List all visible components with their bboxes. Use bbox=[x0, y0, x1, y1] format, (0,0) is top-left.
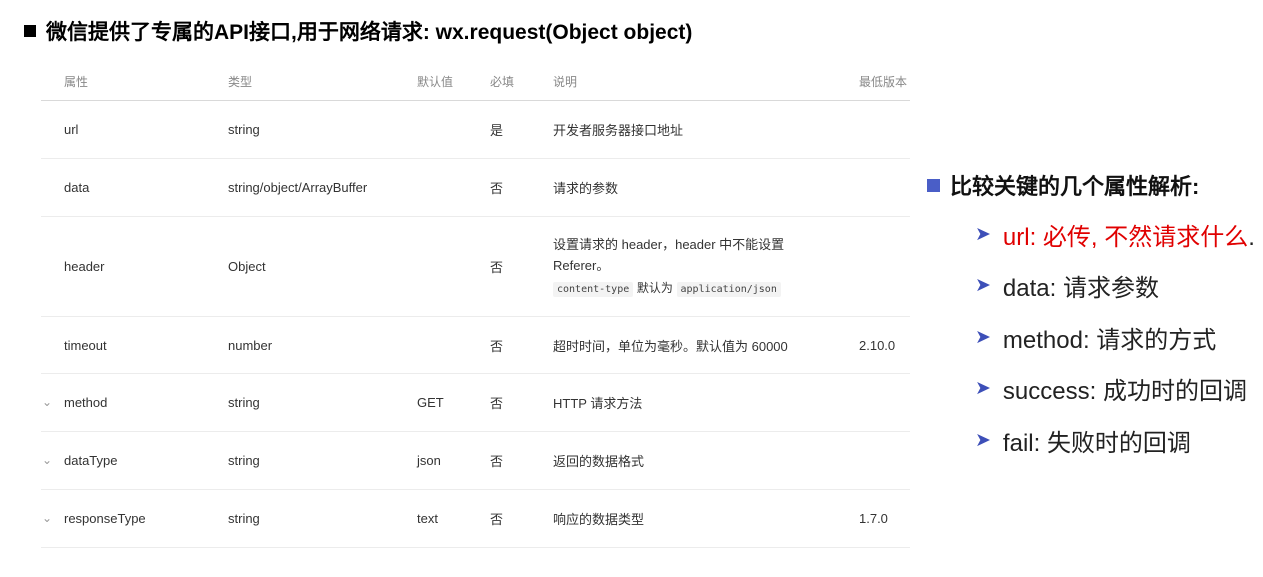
cell-type: string bbox=[228, 373, 417, 432]
cell-version: 1.7.0 bbox=[859, 489, 910, 548]
table-header-row: 属性 类型 默认值 必填 说明 最低版本 bbox=[41, 62, 910, 101]
table-row: data string/object/ArrayBuffer 否 请求的参数 bbox=[41, 158, 910, 217]
arrow-right-icon: ➤ bbox=[975, 429, 991, 451]
description-text: 设置请求的 header，header 中不能设置 Referer。 bbox=[553, 236, 785, 273]
cell-required: 是 bbox=[490, 100, 553, 159]
cell-version bbox=[859, 216, 910, 317]
cell-description: 开发者服务器接口地址 bbox=[553, 100, 859, 159]
list-item: ➤ fail: 失败时的回调 bbox=[975, 422, 1255, 458]
cell-name-wrap: ⌄ method bbox=[41, 373, 228, 432]
cell-version bbox=[859, 373, 910, 432]
slide-title: 微信提供了专属的API接口,用于网络请求: wx.request(Object … bbox=[24, 14, 692, 48]
cell-required: 否 bbox=[490, 216, 553, 317]
cell-name: method bbox=[64, 395, 108, 410]
list-item-text: method: 请求的方式 bbox=[1002, 326, 1217, 354]
list-item-text: fail: 失败时的回调 bbox=[1002, 429, 1191, 457]
table-row[interactable]: ⌄ dataType string json 否 返回的数据格式 bbox=[41, 431, 910, 490]
cell-name: data bbox=[41, 158, 228, 217]
cell-default: GET bbox=[417, 373, 490, 432]
arrow-right-icon: ➤ bbox=[975, 223, 991, 245]
header-description: 说明 bbox=[553, 62, 859, 101]
cell-type: number bbox=[228, 316, 417, 374]
cell-name: url bbox=[41, 100, 228, 159]
square-bullet-icon bbox=[24, 25, 36, 37]
list-item-text: data: 请求参数 bbox=[1002, 275, 1159, 302]
list-item: ➤ url: 必传, 不然请求什么. bbox=[975, 216, 1255, 252]
cell-version bbox=[859, 431, 910, 490]
key-properties-heading-text: 比较关键的几个属性解析: bbox=[950, 174, 1200, 199]
cell-default bbox=[417, 216, 490, 317]
header-property: 属性 bbox=[41, 62, 228, 101]
cell-description: 请求的参数 bbox=[553, 158, 859, 217]
cell-default: json bbox=[417, 431, 490, 490]
cell-name: header bbox=[41, 216, 228, 317]
cell-name: dataType bbox=[64, 453, 118, 468]
cell-required: 否 bbox=[490, 373, 553, 432]
table-row: url string 是 开发者服务器接口地址 bbox=[41, 100, 910, 159]
description-text: 默认为 bbox=[636, 280, 673, 295]
header-default: 默认值 bbox=[417, 62, 490, 101]
key-properties-heading: 比较关键的几个属性解析: bbox=[927, 168, 1199, 202]
list-item-text: success: 成功时的回调 bbox=[1002, 378, 1247, 405]
list-item: ➤ success: 成功时的回调 bbox=[975, 371, 1255, 407]
cell-default: text bbox=[417, 489, 490, 548]
cell-type: Object bbox=[228, 216, 417, 317]
header-type: 类型 bbox=[228, 62, 417, 101]
cell-default bbox=[417, 100, 490, 159]
cell-description: 返回的数据格式 bbox=[553, 431, 859, 490]
cell-description: 设置请求的 header，header 中不能设置 Referer。 conte… bbox=[553, 216, 859, 317]
cell-name-wrap: ⌄ dataType bbox=[41, 431, 228, 490]
table-row[interactable]: ⌄ method string GET 否 HTTP 请求方法 bbox=[41, 373, 910, 432]
cell-type: string bbox=[228, 489, 417, 548]
square-bullet-icon bbox=[927, 178, 940, 192]
cell-name-wrap: ⌄ responseType bbox=[41, 489, 228, 548]
cell-version bbox=[859, 158, 910, 217]
api-properties-table: 属性 类型 默认值 必填 说明 最低版本 url string 是 开发者服务器… bbox=[41, 62, 910, 548]
inline-code: application/json bbox=[676, 281, 781, 297]
table-row: header Object 否 设置请求的 header，header 中不能设… bbox=[41, 216, 910, 317]
cell-description: 响应的数据类型 bbox=[553, 489, 859, 548]
key-properties-list: ➤ url: 必传, 不然请求什么. ➤ data: 请求参数 ➤ method… bbox=[975, 216, 1255, 474]
arrow-right-icon: ➤ bbox=[975, 275, 991, 296]
list-item: ➤ method: 请求的方式 bbox=[975, 319, 1255, 355]
chevron-down-icon[interactable]: ⌄ bbox=[42, 453, 52, 467]
header-min-version: 最低版本 bbox=[859, 62, 910, 101]
cell-default bbox=[417, 316, 490, 374]
list-item: ➤ data: 请求参数 bbox=[975, 268, 1255, 304]
table-row[interactable]: ⌄ responseType string text 否 响应的数据类型 1.7… bbox=[41, 489, 910, 548]
key-properties-panel: 比较关键的几个属性解析: ➤ url: 必传, 不然请求什么. ➤ data: … bbox=[927, 168, 1255, 457]
cell-type: string bbox=[228, 100, 417, 159]
cell-required: 否 bbox=[490, 431, 553, 490]
cell-version: 2.10.0 bbox=[859, 316, 910, 374]
cell-name: timeout bbox=[41, 316, 228, 374]
cell-type: string/object/ArrayBuffer bbox=[228, 158, 417, 217]
header-required: 必填 bbox=[490, 62, 553, 101]
list-item-text: url: 必传, 不然请求什么 bbox=[1002, 223, 1249, 251]
inline-code: content-type bbox=[553, 281, 634, 297]
table-row: timeout number 否 超时时间，单位为毫秒。默认值为 60000 2… bbox=[41, 316, 910, 374]
cell-required: 否 bbox=[490, 489, 553, 548]
cell-name: responseType bbox=[64, 511, 146, 526]
cell-default bbox=[417, 158, 490, 217]
cell-type: string bbox=[228, 431, 417, 490]
cell-required: 否 bbox=[490, 316, 553, 374]
cell-required: 否 bbox=[490, 158, 553, 217]
arrow-right-icon: ➤ bbox=[975, 326, 991, 348]
cell-description: 超时时间，单位为毫秒。默认值为 60000 bbox=[553, 316, 859, 374]
chevron-down-icon[interactable]: ⌄ bbox=[42, 395, 52, 409]
cell-description: HTTP 请求方法 bbox=[553, 373, 859, 432]
list-item-suffix: . bbox=[1248, 223, 1255, 251]
slide-title-text: 微信提供了专属的API接口,用于网络请求: wx.request(Object … bbox=[46, 21, 693, 44]
arrow-right-icon: ➤ bbox=[975, 378, 991, 399]
cell-version bbox=[859, 100, 910, 159]
chevron-down-icon[interactable]: ⌄ bbox=[42, 511, 52, 525]
